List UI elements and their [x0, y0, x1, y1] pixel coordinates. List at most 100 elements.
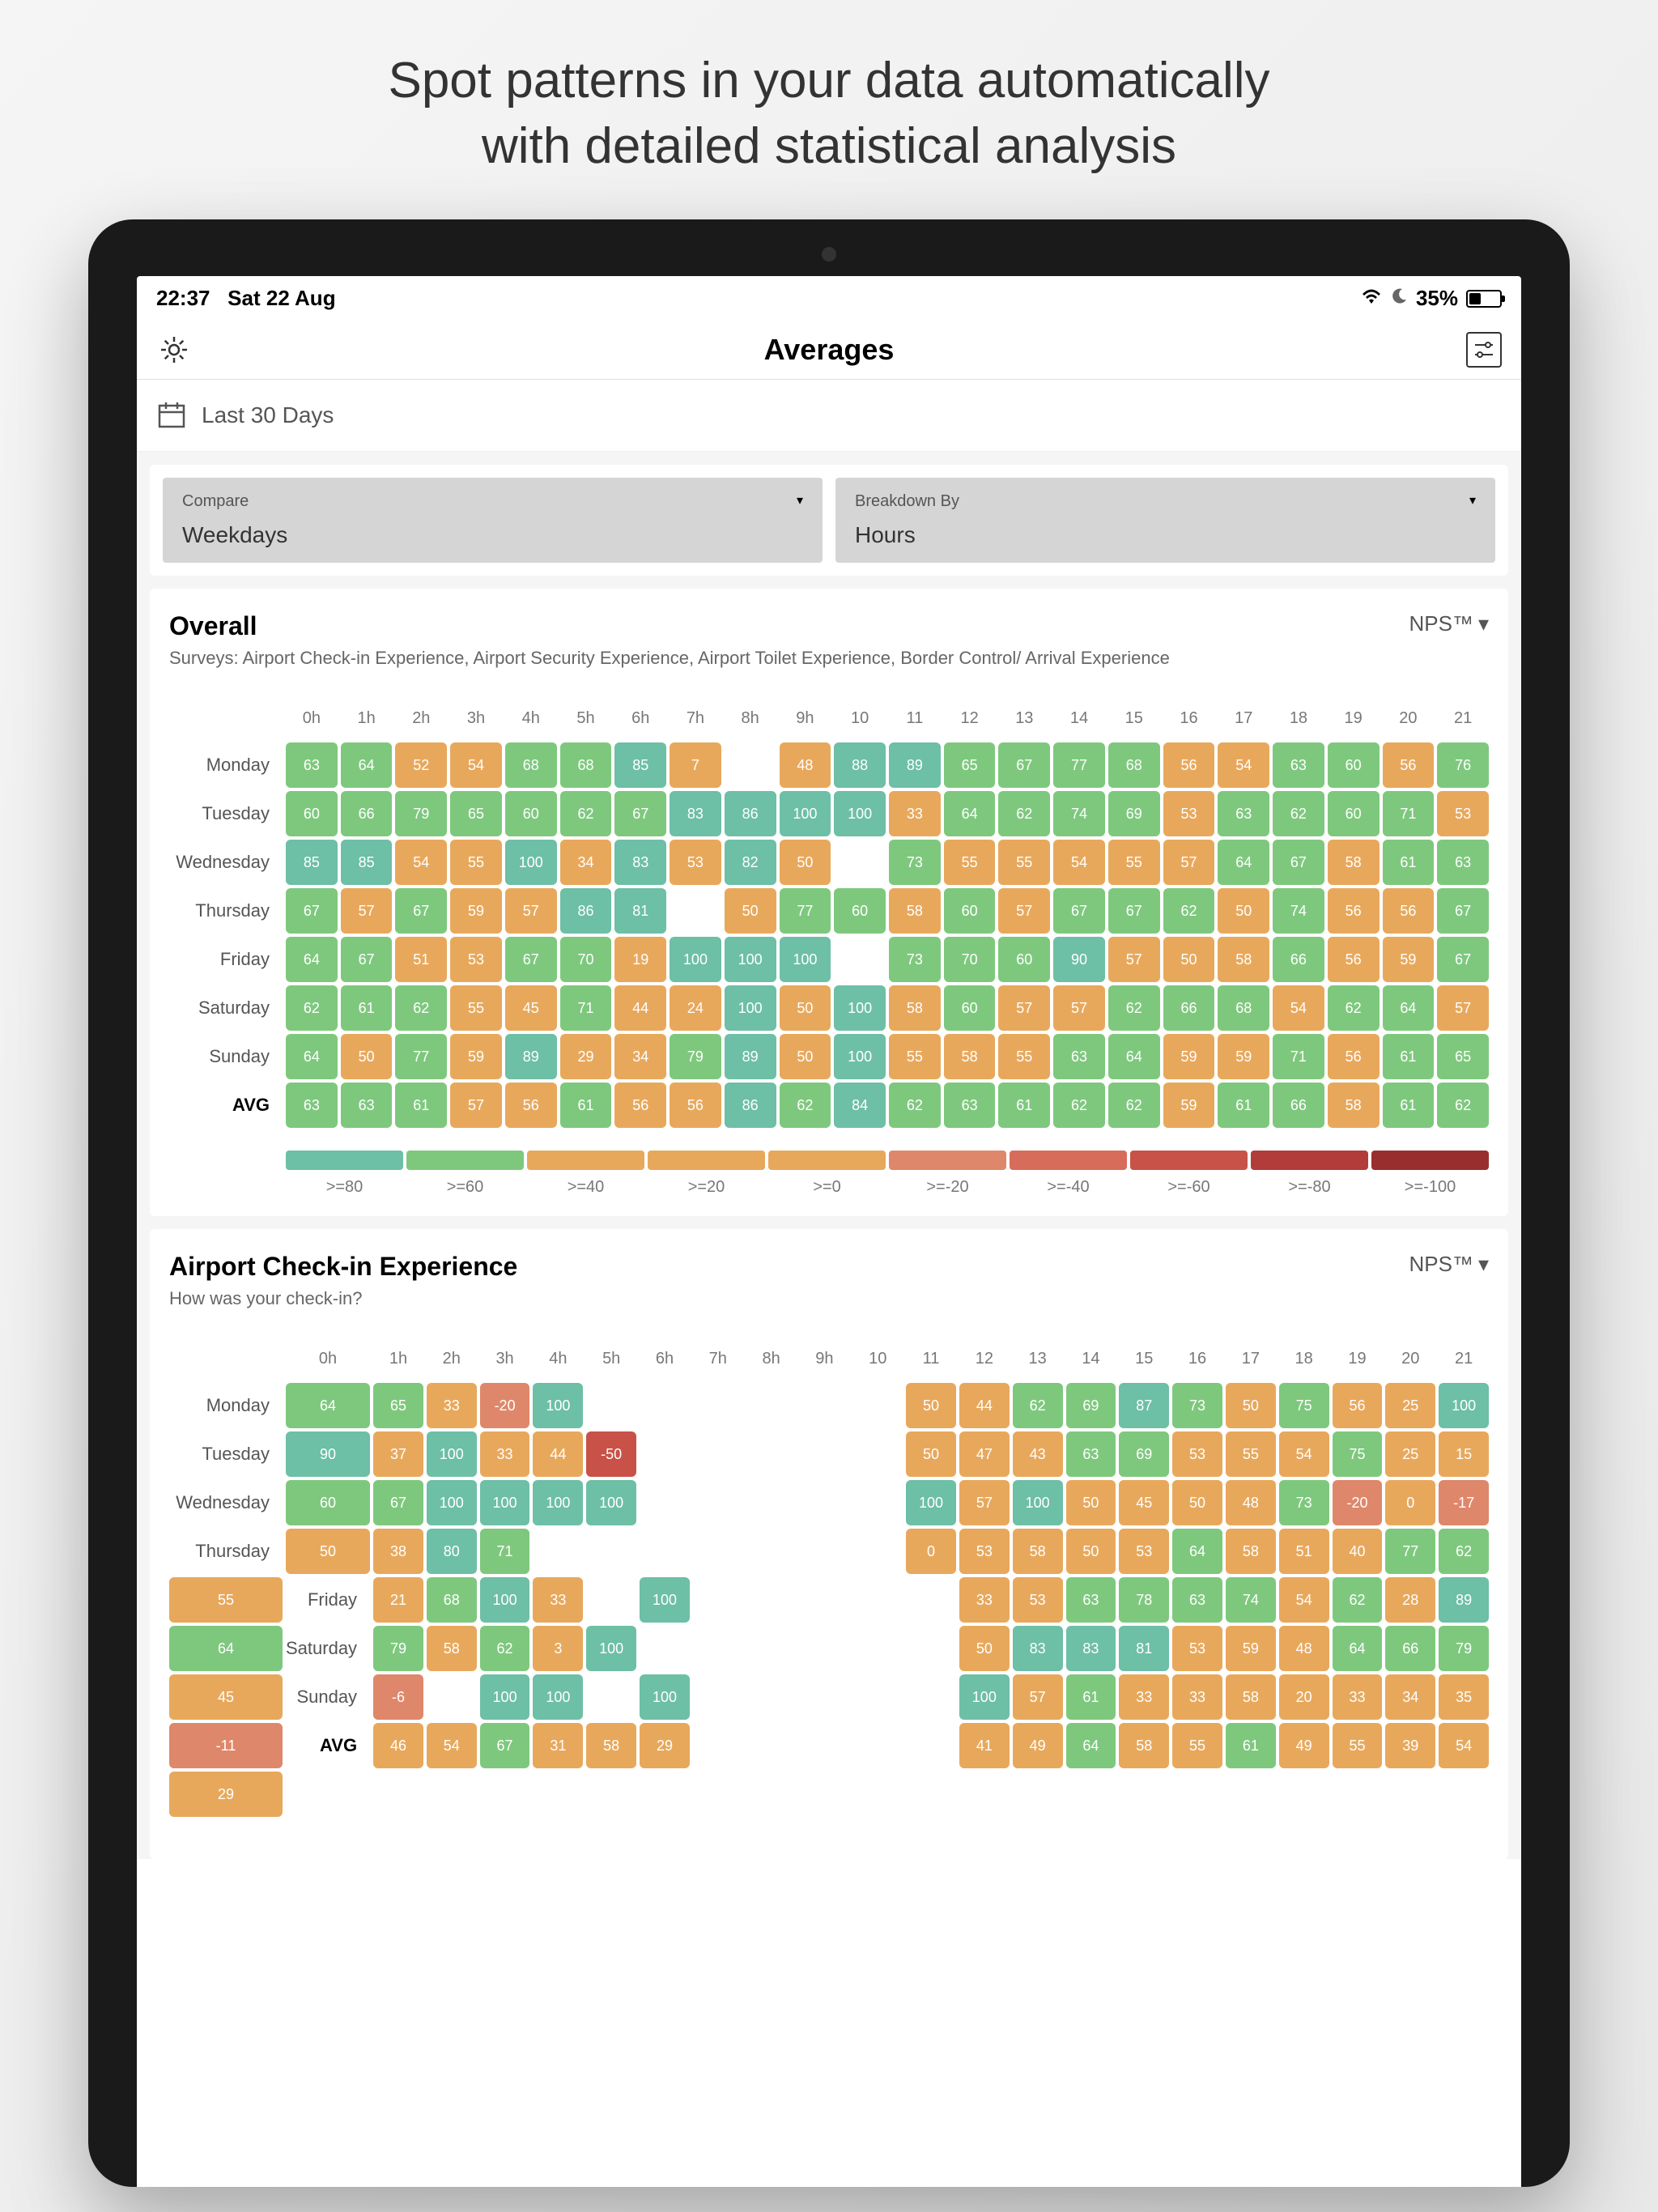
heatmap-cell[interactable]: 60 [286, 791, 338, 836]
heatmap-cell[interactable]: -6 [373, 1674, 423, 1720]
heatmap-cell[interactable]: 85 [614, 742, 666, 788]
heatmap-cell[interactable]: 54 [1279, 1431, 1329, 1477]
heatmap-cell[interactable]: 54 [1279, 1577, 1329, 1623]
heatmap-cell[interactable]: 100 [640, 1674, 690, 1720]
heatmap-cell[interactable]: 100 [640, 1577, 690, 1623]
heatmap-cell[interactable]: 100 [670, 937, 721, 982]
heatmap-cell[interactable]: 64 [286, 1383, 370, 1428]
heatmap-cell[interactable]: 49 [1279, 1723, 1329, 1768]
heatmap-cell[interactable]: 62 [1439, 1529, 1489, 1574]
heatmap-cell[interactable]: 60 [286, 1480, 370, 1525]
heatmap-cell[interactable]: 65 [450, 791, 502, 836]
heatmap-cell[interactable]: 67 [998, 742, 1050, 788]
heatmap-cell[interactable]: 90 [1053, 937, 1105, 982]
heatmap-cell[interactable]: 50 [1172, 1480, 1222, 1525]
heatmap-cell[interactable]: -11 [169, 1723, 283, 1768]
heatmap-cell[interactable]: 71 [1273, 1034, 1324, 1079]
heatmap-cell[interactable]: 25 [1385, 1383, 1435, 1428]
heatmap-cell[interactable]: 100 [533, 1480, 583, 1525]
heatmap-cell[interactable]: 63 [286, 1083, 338, 1128]
heatmap-cell[interactable]: 74 [1226, 1577, 1276, 1623]
heatmap-cell[interactable]: 86 [560, 888, 612, 934]
heatmap-cell[interactable]: 64 [1108, 1034, 1160, 1079]
heatmap-cell[interactable]: 56 [505, 1083, 557, 1128]
heatmap-cell[interactable]: 48 [1279, 1626, 1329, 1671]
heatmap-cell[interactable]: 54 [1053, 840, 1105, 885]
heatmap-cell[interactable]: -50 [586, 1431, 636, 1477]
heatmap-cell[interactable]: 68 [1218, 985, 1269, 1031]
heatmap-cell[interactable]: 100 [834, 985, 886, 1031]
heatmap-cell[interactable]: 33 [1119, 1674, 1169, 1720]
heatmap-cell[interactable]: 80 [427, 1529, 477, 1574]
heatmap-cell[interactable]: 50 [906, 1383, 956, 1428]
heatmap-cell[interactable]: 63 [1053, 1034, 1105, 1079]
heatmap-cell[interactable]: 63 [1066, 1577, 1116, 1623]
heatmap-cell[interactable]: -17 [1439, 1480, 1489, 1525]
heatmap-cell[interactable]: 48 [780, 742, 831, 788]
heatmap-cell[interactable]: 87 [1119, 1383, 1169, 1428]
heatmap-cell[interactable]: 89 [1439, 1577, 1489, 1623]
heatmap-cell[interactable]: 66 [341, 791, 393, 836]
heatmap-cell[interactable]: 62 [1053, 1083, 1105, 1128]
heatmap-cell[interactable]: 53 [959, 1529, 1010, 1574]
heatmap-cell[interactable]: 60 [1328, 742, 1380, 788]
heatmap-cell[interactable]: 50 [780, 1034, 831, 1079]
heatmap-cell[interactable]: 74 [1273, 888, 1324, 934]
heatmap-cell[interactable]: 58 [944, 1034, 996, 1079]
heatmap-cell[interactable]: 44 [959, 1383, 1010, 1428]
heatmap-cell[interactable]: 77 [395, 1034, 447, 1079]
heatmap-cell[interactable]: 79 [1439, 1626, 1489, 1671]
heatmap-cell[interactable]: 54 [1439, 1723, 1489, 1768]
heatmap-cell[interactable]: 63 [286, 742, 338, 788]
heatmap-cell[interactable]: 58 [1328, 1083, 1380, 1128]
heatmap-cell[interactable]: 100 [834, 1034, 886, 1079]
heatmap-cell[interactable]: 62 [1163, 888, 1215, 934]
heatmap-cell[interactable]: 89 [889, 742, 941, 788]
heatmap-cell[interactable]: 63 [1273, 742, 1324, 788]
heatmap-cell[interactable]: 45 [169, 1674, 283, 1720]
heatmap-cell[interactable]: 41 [959, 1723, 1010, 1768]
heatmap-cell[interactable]: 7 [670, 742, 721, 788]
heatmap-cell[interactable]: 58 [1119, 1723, 1169, 1768]
heatmap-cell[interactable]: 66 [1385, 1626, 1435, 1671]
heatmap-cell[interactable]: 53 [1163, 791, 1215, 836]
heatmap-cell[interactable]: 58 [1013, 1529, 1063, 1574]
heatmap-cell[interactable]: 57 [1013, 1674, 1063, 1720]
heatmap-cell[interactable]: 56 [1328, 937, 1380, 982]
heatmap-cell[interactable]: 100 [906, 1480, 956, 1525]
heatmap-cell[interactable]: 67 [286, 888, 338, 934]
filter-button[interactable] [1466, 332, 1502, 368]
heatmap-cell[interactable]: 60 [505, 791, 557, 836]
heatmap-cell[interactable]: 50 [1163, 937, 1215, 982]
heatmap-cell[interactable]: 54 [450, 742, 502, 788]
heatmap-cell[interactable]: 37 [373, 1431, 423, 1477]
heatmap-cell[interactable]: 0 [906, 1529, 956, 1574]
heatmap-cell[interactable]: 62 [1333, 1577, 1383, 1623]
heatmap-cell[interactable]: 64 [1383, 985, 1435, 1031]
heatmap-cell[interactable]: 50 [1218, 888, 1269, 934]
heatmap-cell[interactable]: 61 [1218, 1083, 1269, 1128]
heatmap-cell[interactable]: 71 [560, 985, 612, 1031]
heatmap-cell[interactable]: 66 [1163, 985, 1215, 1031]
heatmap-cell[interactable]: 66 [1273, 1083, 1324, 1128]
heatmap-cell[interactable]: 69 [1119, 1431, 1169, 1477]
heatmap-cell[interactable]: 61 [1383, 1034, 1435, 1079]
heatmap-cell[interactable]: 78 [1119, 1577, 1169, 1623]
heatmap-cell[interactable]: 33 [889, 791, 941, 836]
compare-select[interactable]: Compare Weekdays ▾ [163, 478, 823, 563]
heatmap-cell[interactable]: 58 [427, 1626, 477, 1671]
heatmap-cell[interactable]: 62 [1328, 985, 1380, 1031]
heatmap-cell[interactable]: 55 [1333, 1723, 1383, 1768]
heatmap-cell[interactable]: 61 [1066, 1674, 1116, 1720]
heatmap-cell[interactable]: 81 [1119, 1626, 1169, 1671]
metric-selector[interactable]: NPS™ ▾ [1409, 1252, 1489, 1277]
heatmap-cell[interactable]: 71 [480, 1529, 530, 1574]
heatmap-cell[interactable]: 19 [614, 937, 666, 982]
heatmap-cell[interactable]: 85 [341, 840, 393, 885]
heatmap-cell[interactable]: 45 [505, 985, 557, 1031]
heatmap-cell[interactable]: 57 [998, 985, 1050, 1031]
heatmap-cell[interactable]: 100 [427, 1431, 477, 1477]
heatmap-cell[interactable]: 69 [1066, 1383, 1116, 1428]
heatmap-cell[interactable]: -20 [480, 1383, 530, 1428]
heatmap-cell[interactable]: 47 [959, 1431, 1010, 1477]
